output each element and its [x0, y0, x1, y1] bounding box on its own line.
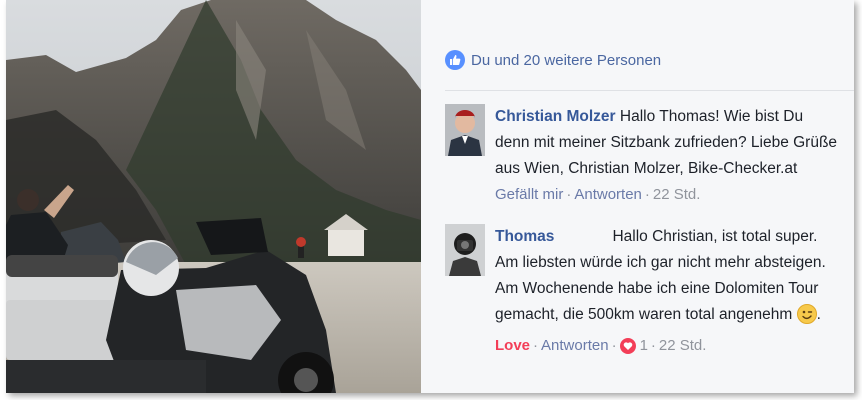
love-reaction-link[interactable]: Love: [495, 335, 530, 357]
winking-face-icon: [796, 304, 817, 333]
reply-link[interactable]: Antworten: [574, 184, 642, 206]
separator-dot: ·: [611, 337, 617, 354]
comments-panel: Du und 20 weitere Personen Christian Mol…: [421, 0, 854, 393]
like-comment-link[interactable]: Gefällt mir: [495, 184, 563, 206]
reaction-count[interactable]: 1: [640, 335, 648, 357]
heart-icon[interactable]: [619, 338, 636, 354]
divider: [445, 90, 854, 91]
comment-timestamp[interactable]: 22 Std.: [653, 184, 701, 206]
post-frame: Du und 20 weitere Personen Christian Mol…: [6, 0, 854, 393]
comment-body: Christian Molzer Hallo Thomas! Wie bist …: [495, 104, 840, 206]
comment-author[interactable]: Christian Molzer: [495, 108, 616, 125]
likes-text[interactable]: Du und 20 weitere Personen: [471, 52, 661, 69]
reply-link[interactable]: Antworten: [541, 335, 609, 357]
thumbs-up-icon: [445, 50, 465, 70]
avatar-thomas[interactable]: [445, 224, 485, 276]
comment-text-end: .: [816, 306, 821, 323]
avatar-christian[interactable]: [445, 104, 485, 156]
motorcycle-mountain-photo: [6, 0, 421, 393]
separator-dot: ·: [650, 337, 656, 354]
separator-dot: ·: [533, 337, 539, 354]
comment-author[interactable]: Thomas: [495, 228, 554, 245]
separator-dot: ·: [644, 186, 650, 203]
comment-actions: Love · Antworten · 1 · 22 Std.: [495, 335, 840, 357]
comment-timestamp[interactable]: 22 Std.: [659, 335, 707, 357]
separator-dot: ·: [566, 186, 572, 203]
comment-actions: Gefällt mir · Antworten · 22 Std.: [495, 184, 840, 206]
post-photo[interactable]: [6, 0, 421, 393]
likes-summary[interactable]: Du und 20 weitere Personen: [445, 48, 661, 72]
comment-body: Thomas Hallo Christian, ist total super. …: [495, 224, 840, 357]
